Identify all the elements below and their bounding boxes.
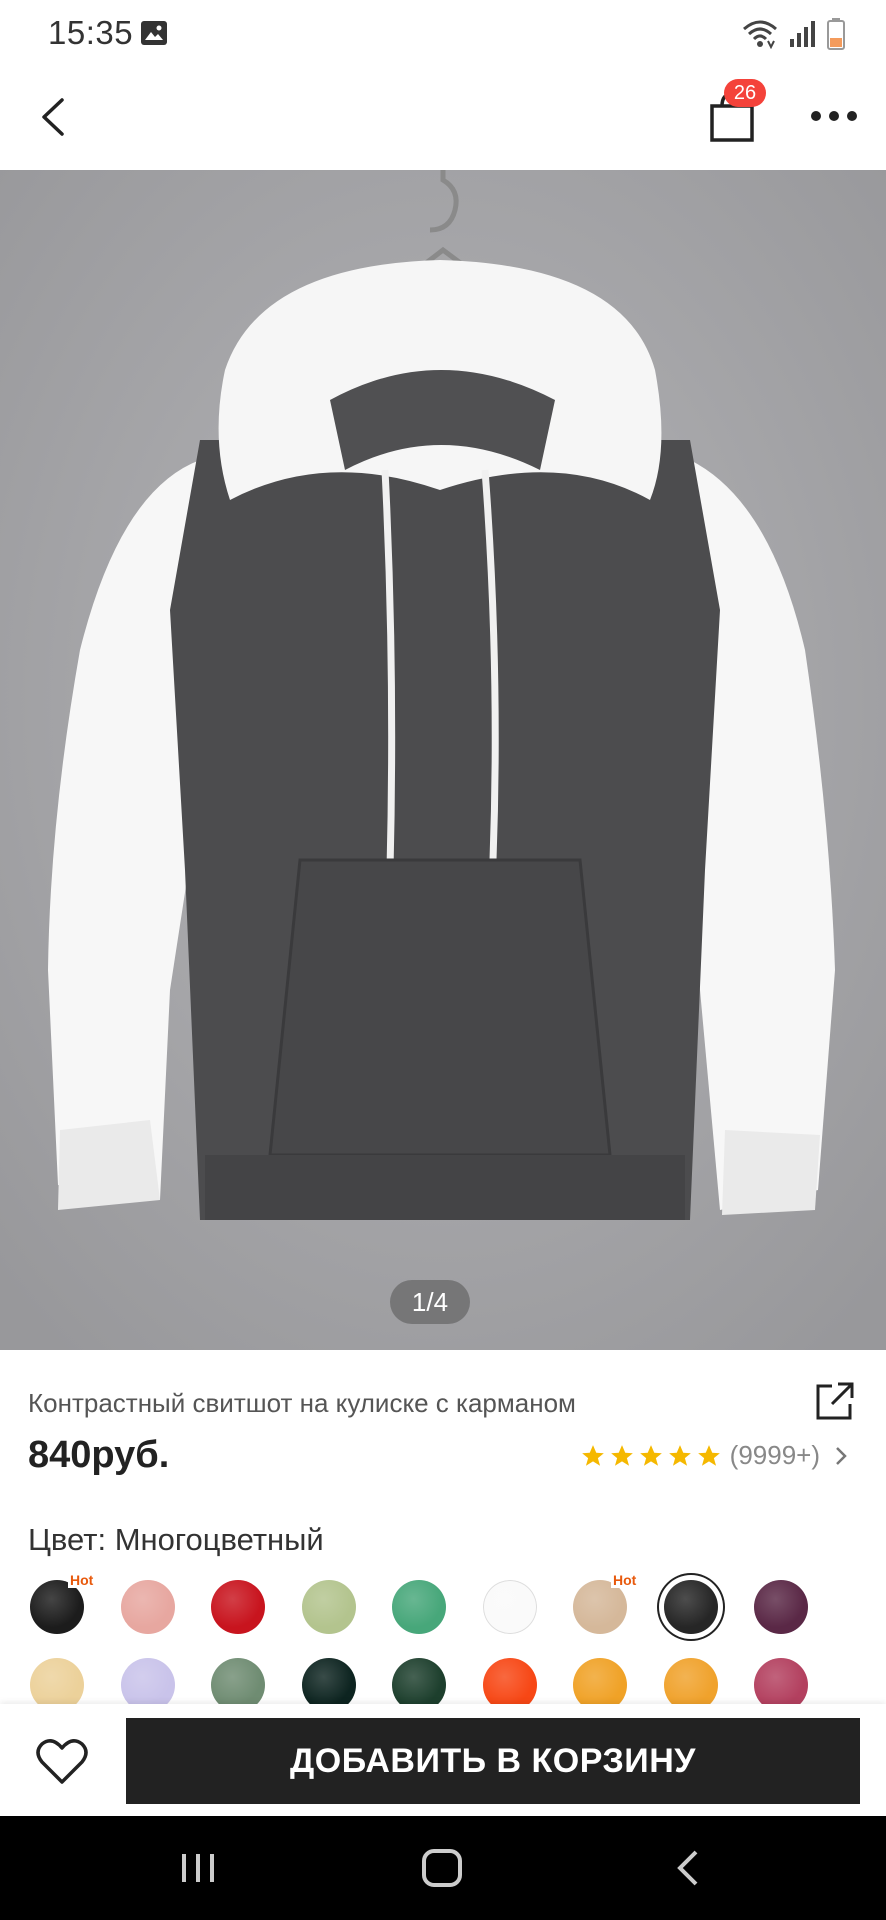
hot-tag: Hot [611,1572,639,1588]
share-icon[interactable] [812,1380,856,1424]
color-swatch[interactable] [301,1580,356,1634]
star-icon [639,1444,662,1466]
recent-apps-icon[interactable] [176,1848,220,1888]
star-icon [697,1444,720,1466]
product-title: Контрастный свитшот на кулиске с кармано… [28,1388,576,1418]
rating-count: (9999+) [729,1440,820,1470]
image-counter: 1/4 [390,1280,470,1324]
cart-count-badge: 26 [724,79,766,107]
signal-icon [790,21,815,47]
home-icon[interactable] [420,1848,464,1888]
image-icon [141,21,167,45]
wifi-icon [743,20,777,49]
color-swatch[interactable] [30,1580,84,1634]
star-icon [610,1444,633,1466]
status-bar: 15:35 [0,0,886,66]
more-dots-icon[interactable] [808,106,860,126]
hoodie-illustration [0,170,886,1350]
color-swatch[interactable] [573,1580,627,1634]
color-swatch[interactable] [482,1580,537,1634]
top-navigation: 26 [0,66,886,170]
color-swatch[interactable] [211,1580,265,1634]
heart-icon[interactable] [34,1734,90,1788]
rating[interactable]: (9999+) [580,1440,850,1471]
hot-tag: Hot [68,1572,96,1588]
battery-icon [827,18,845,50]
product-price: 840руб. [28,1434,170,1476]
star-icon [581,1444,604,1466]
system-navigation-bar [0,1816,886,1920]
color-swatch[interactable] [120,1580,175,1634]
chevron-left-icon[interactable] [30,92,80,142]
status-time: 15:35 [48,14,134,51]
rating-stars [580,1443,722,1469]
color-swatch[interactable] [392,1580,446,1634]
color-label: Цвет: Многоцветный [28,1522,324,1557]
color-swatch[interactable] [754,1580,808,1634]
color-swatch[interactable] [663,1580,718,1634]
chevron-right-icon [836,1446,847,1465]
star-icon [668,1444,691,1466]
add-to-cart-button[interactable]: ДОБАВИТЬ В КОРЗИНУ [126,1718,860,1804]
product-image[interactable]: 1/4 [0,170,886,1350]
bottom-action-bar: ДОБАВИТЬ В КОРЗИНУ [0,1704,886,1816]
status-icons [742,18,846,50]
back-nav-icon[interactable] [668,1848,712,1888]
